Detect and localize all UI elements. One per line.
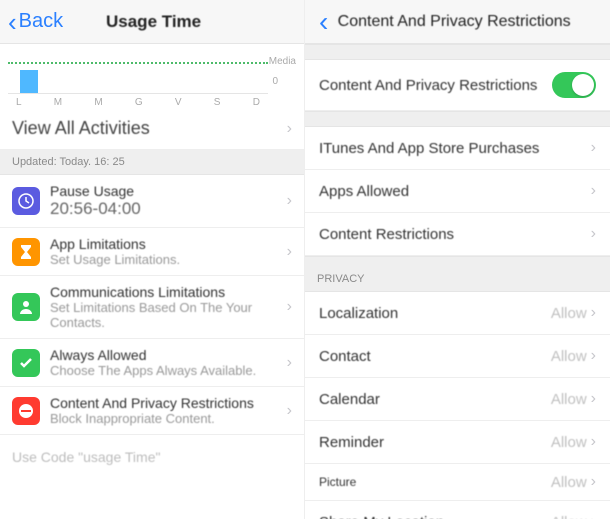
chevron-right-icon: › bbox=[287, 192, 292, 210]
itunes-purchases-row[interactable]: ITunes And App Store Purchases › bbox=[305, 127, 610, 170]
row-label: Share My Location bbox=[319, 514, 551, 519]
row-label: Reminder bbox=[319, 434, 551, 451]
row-label: Apps Allowed bbox=[319, 183, 591, 200]
chevron-right-icon: › bbox=[591, 182, 596, 200]
chevron-right-icon: › bbox=[287, 354, 292, 372]
header-right: ‹ Content And Privacy Restrictions bbox=[305, 0, 610, 44]
row-label: Content Restrictions bbox=[319, 226, 591, 243]
privacy-picture-row[interactable]: Picture Allow › bbox=[305, 464, 610, 501]
chevron-right-icon: › bbox=[591, 347, 596, 365]
footer-note: Use Code "usage Time" bbox=[0, 435, 304, 479]
cell-title: Pause Usage bbox=[50, 183, 287, 199]
chevron-right-icon: › bbox=[287, 243, 292, 261]
header-left: ‹ Back Usage Time bbox=[0, 0, 304, 44]
pause-usage-row[interactable]: Pause Usage 20:56-04:00 › bbox=[0, 175, 304, 228]
chevron-left-icon: ‹ bbox=[8, 9, 17, 35]
cell-sub: 20:56-04:00 bbox=[50, 199, 287, 219]
row-value: Allow bbox=[551, 348, 587, 365]
privacy-share-location-row[interactable]: Share My Location Allow › bbox=[305, 501, 610, 519]
usage-chart: Media 0 L M M G V S D bbox=[8, 48, 296, 108]
chart-day-labels: L M M G V S D bbox=[16, 97, 260, 108]
chart-day: M bbox=[94, 97, 102, 108]
communications-limitations-row[interactable]: Communications Limitations Set Limitatio… bbox=[0, 276, 304, 339]
row-value: Allow bbox=[551, 474, 587, 491]
chart-reference-line bbox=[8, 62, 268, 64]
cell-title: Content And Privacy Restrictions bbox=[50, 395, 287, 411]
content-privacy-row[interactable]: Content And Privacy Restrictions Block I… bbox=[0, 387, 304, 435]
chart-day: V bbox=[175, 97, 182, 108]
back-button-right[interactable]: ‹ bbox=[313, 8, 334, 36]
row-value: Allow bbox=[551, 305, 587, 322]
chevron-right-icon: › bbox=[591, 433, 596, 451]
chart-day: S bbox=[214, 97, 221, 108]
section-gap bbox=[305, 44, 610, 60]
cell-title: Communications Limitations bbox=[50, 284, 287, 300]
row-label: Contact bbox=[319, 348, 551, 365]
content-privacy-panel: ‹ Content And Privacy Restrictions Conte… bbox=[305, 0, 610, 519]
cell-sub: Set Usage Limitations. bbox=[50, 252, 287, 267]
chart-day: M bbox=[54, 97, 62, 108]
clock-icon bbox=[12, 187, 40, 215]
cell-title: App Limitations bbox=[50, 236, 287, 252]
privacy-calendar-row[interactable]: Calendar Allow › bbox=[305, 378, 610, 421]
cell-sub: Choose The Apps Always Available. bbox=[50, 363, 287, 378]
checkmark-icon bbox=[12, 349, 40, 377]
page-title-right: Content And Privacy Restrictions bbox=[334, 13, 574, 31]
privacy-localization-row[interactable]: Localization Allow › bbox=[305, 292, 610, 335]
apps-allowed-row[interactable]: Apps Allowed › bbox=[305, 170, 610, 213]
row-value: Allow bbox=[551, 434, 587, 451]
restrictions-toggle[interactable] bbox=[552, 72, 596, 98]
chevron-right-icon: › bbox=[591, 390, 596, 408]
page-title-left: Usage Time bbox=[63, 12, 244, 32]
row-label: Calendar bbox=[319, 391, 551, 408]
restrictions-toggle-row[interactable]: Content And Privacy Restrictions bbox=[305, 60, 610, 111]
chart-day: L bbox=[16, 97, 22, 108]
chevron-right-icon: › bbox=[591, 139, 596, 157]
row-label: Picture bbox=[319, 475, 551, 489]
privacy-header: PRIVACY bbox=[305, 256, 610, 292]
back-button[interactable]: ‹ Back bbox=[8, 9, 63, 35]
view-all-label: View All Activities bbox=[12, 118, 150, 139]
chevron-right-icon: › bbox=[287, 120, 292, 138]
privacy-contact-row[interactable]: Contact Allow › bbox=[305, 335, 610, 378]
cell-title: Always Allowed bbox=[50, 347, 287, 363]
row-value: Allow bbox=[551, 391, 587, 408]
chevron-right-icon: › bbox=[591, 513, 596, 519]
chart-axis bbox=[8, 93, 268, 94]
always-allowed-row[interactable]: Always Allowed Choose The Apps Always Av… bbox=[0, 339, 304, 387]
toggle-label: Content And Privacy Restrictions bbox=[319, 77, 552, 94]
chevron-right-icon: › bbox=[287, 298, 292, 316]
cell-sub: Block Inappropriate Content. bbox=[50, 411, 287, 426]
content-restrictions-row[interactable]: Content Restrictions › bbox=[305, 213, 610, 256]
row-label: Localization bbox=[319, 305, 551, 322]
chart-bar bbox=[20, 70, 38, 94]
app-limitations-row[interactable]: App Limitations Set Usage Limitations. › bbox=[0, 228, 304, 276]
chart-day: G bbox=[135, 97, 143, 108]
chart-media-label: Media bbox=[269, 56, 296, 67]
people-icon bbox=[12, 293, 40, 321]
updated-label: Updated: Today. 16: 25 bbox=[0, 150, 304, 175]
back-label: Back bbox=[19, 10, 63, 33]
cell-sub: Set Limitations Based On The Your Contac… bbox=[50, 300, 287, 330]
chart-zero-label: 0 bbox=[272, 76, 278, 87]
chevron-right-icon: › bbox=[591, 473, 596, 491]
section-gap bbox=[305, 111, 610, 127]
no-entry-icon bbox=[12, 397, 40, 425]
chevron-right-icon: › bbox=[591, 304, 596, 322]
chart-day: D bbox=[253, 97, 260, 108]
privacy-reminder-row[interactable]: Reminder Allow › bbox=[305, 421, 610, 464]
view-all-activities-row[interactable]: View All Activities › bbox=[0, 108, 304, 150]
usage-time-panel: ‹ Back Usage Time Media 0 L M M G V S D … bbox=[0, 0, 305, 519]
row-label: ITunes And App Store Purchases bbox=[319, 140, 591, 157]
chevron-right-icon: › bbox=[287, 402, 292, 420]
row-value: Allow bbox=[551, 514, 587, 519]
hourglass-icon bbox=[12, 238, 40, 266]
chevron-right-icon: › bbox=[591, 225, 596, 243]
